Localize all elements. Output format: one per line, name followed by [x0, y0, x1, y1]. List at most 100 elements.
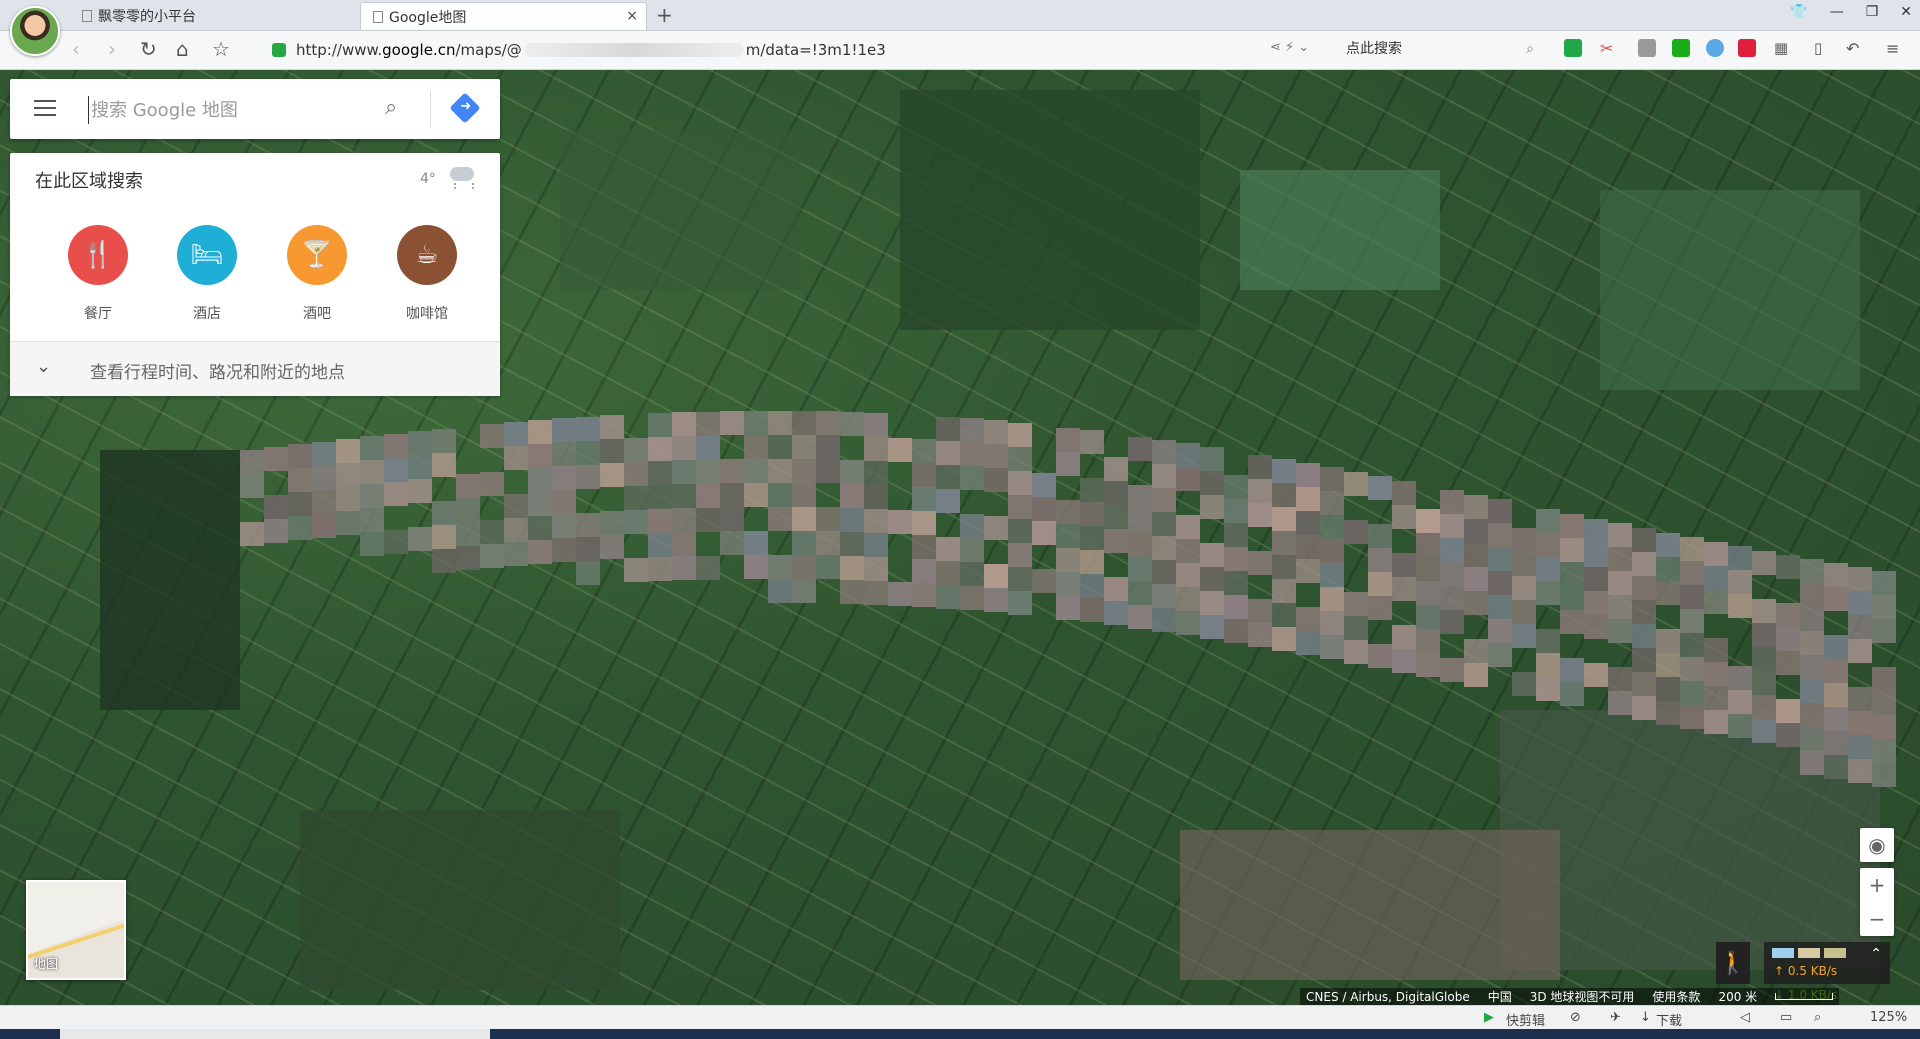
expander-text: 查看行程时间、路况和附近的地点 [90, 363, 345, 383]
tab-platform[interactable]: 飘零零的小平台 [70, 2, 360, 30]
layer-thumbnails[interactable]: ⌃ ↑ 0.5 KB/s [1764, 942, 1890, 984]
location-target-icon: ◉ [1868, 833, 1886, 857]
pin-icon[interactable]: ✈ [1610, 1010, 1621, 1025]
undo-icon[interactable]: ↶ [1846, 39, 1864, 58]
terms-link[interactable]: 使用条款 [1652, 988, 1700, 1005]
new-tab-button[interactable]: + [656, 3, 673, 27]
message-extension-icon[interactable] [1706, 39, 1724, 57]
hotel-icon: 🛏 [177, 225, 237, 285]
url-suffix: m/data=!3m1!1e3 [745, 41, 886, 59]
imagery-credit: CNES / Airbus, DigitalGlobe [1306, 989, 1470, 1004]
scale-bar [1775, 993, 1834, 1000]
category-label: 酒店 [193, 306, 221, 322]
restaurant-icon: 🍴 [68, 225, 128, 285]
window-controls: 👕 — ❐ ✕ [1790, 4, 1912, 20]
redacted-coordinates [523, 43, 744, 57]
download-label[interactable]: 下载 [1656, 1010, 1682, 1029]
video-clip-icon[interactable]: ▶ [1484, 1010, 1494, 1025]
download-extension-icon[interactable] [1638, 39, 1656, 57]
screen-icon[interactable]: ▭ [1780, 1010, 1792, 1025]
layer-swatch[interactable] [1798, 948, 1820, 958]
browser-search-placeholder: 点此搜索 [1346, 41, 1402, 57]
scissors-icon[interactable]: ✂ [1600, 39, 1618, 58]
layer-swatch[interactable] [1824, 948, 1846, 958]
close-window-icon[interactable]: ✕ [1900, 4, 1912, 20]
speaker-icon[interactable]: ◁ [1740, 1010, 1750, 1025]
category-hotel[interactable]: 🛏 酒店 [162, 225, 252, 323]
category-label: 咖啡馆 [406, 306, 448, 322]
layer-swatch[interactable] [1772, 948, 1794, 958]
category-restaurant[interactable]: 🍴 餐厅 [53, 225, 143, 323]
red-extension-icon[interactable] [1738, 39, 1756, 57]
tablet-icon[interactable]: ▯ [1814, 39, 1832, 57]
zoom-level[interactable]: 125% [1870, 1010, 1907, 1025]
map-attribution: CNES / Airbus, DigitalGlobe 中国 3D 地球视图不可… [1300, 988, 1840, 1005]
address-bar[interactable]: http://www.google.cn/maps/@ m/data=!3m1!1… [272, 38, 1272, 62]
travel-times-expander[interactable]: ⌄ 查看行程时间、路况和附近的地点 [10, 341, 500, 396]
area-title: 在此区域搜索 [35, 171, 143, 192]
chevron-down-icon: ⌄ [36, 356, 52, 377]
shirt-icon[interactable]: 👕 [1790, 4, 1807, 20]
scale-label[interactable]: 200 米 [1718, 988, 1757, 1005]
back-icon[interactable]: ‹ [72, 39, 80, 59]
search-icon[interactable]: ⌕ [1526, 36, 1534, 62]
explore-area-card: 在此区域搜索 4° 🍴 餐厅 🛏 酒店 🍸 酒吧 ☕ 咖啡馆 ⌄ 查看行程时间、… [10, 153, 500, 396]
minimize-icon[interactable]: — [1830, 4, 1844, 20]
download-arrow-icon[interactable]: ↓ [1640, 1010, 1651, 1025]
page-icon [373, 10, 383, 23]
wechat-icon[interactable] [1672, 39, 1690, 57]
tab-title: Google地图 [389, 9, 467, 26]
user-avatar[interactable] [10, 6, 60, 56]
share-icon[interactable]: ⋖ ⚡ ⌄ [1270, 40, 1309, 55]
menu-icon[interactable]: ≡ [1886, 39, 1904, 58]
shield-extension-icon[interactable] [1564, 39, 1582, 57]
os-taskbar [0, 1029, 1920, 1039]
category-cafe[interactable]: ☕ 咖啡馆 [382, 225, 472, 323]
maps-search-input[interactable] [88, 96, 383, 124]
browser-status-bar: ▶ 快剪辑 ⊘ ✈ ↓ 下载 ◁ ▭ ⌕ 125% [0, 1005, 1920, 1030]
url-prefix: http://www. [296, 41, 383, 59]
speed-icon[interactable]: ⊘ [1570, 1010, 1581, 1025]
url-path: /maps/@ [455, 41, 522, 59]
cafe-icon: ☕ [397, 225, 457, 285]
map-type-toggle[interactable]: 地图 [26, 880, 126, 980]
snip-label[interactable]: 快剪辑 [1506, 1010, 1545, 1029]
map-type-label: 地图 [34, 957, 59, 971]
browser-search-box[interactable]: 点此搜索 ⌕ [1346, 36, 1538, 62]
maps-search-card: ⌕ ➜ [10, 79, 500, 139]
pegman-icon[interactable]: 🚶 [1716, 942, 1750, 984]
apps-grid-icon[interactable]: ▦ [1774, 39, 1792, 57]
reload-icon[interactable]: ↻ [140, 39, 157, 59]
temperature: 4° [420, 171, 436, 187]
tab-google-maps[interactable]: Google地图 × [360, 2, 647, 30]
region-label[interactable]: 中国 [1488, 988, 1512, 1005]
category-label: 餐厅 [84, 306, 112, 322]
zoom-out-button[interactable]: − [1860, 902, 1894, 936]
close-tab-icon[interactable]: × [626, 8, 638, 24]
divider [430, 91, 431, 127]
bookmark-star-icon[interactable]: ☆ [212, 39, 230, 59]
category-bar[interactable]: 🍸 酒吧 [272, 225, 362, 323]
forward-icon[interactable]: › [108, 39, 116, 59]
restore-icon[interactable]: ❐ [1866, 4, 1879, 20]
zoom-in-button[interactable]: + [1860, 868, 1894, 902]
zoom-icon[interactable]: ⌕ [1814, 1010, 1821, 1025]
search-icon[interactable]: ⌕ [385, 95, 397, 120]
earth-view-status: 3D 地球视图不可用 [1529, 990, 1635, 1004]
tab-bar: 飘零零的小平台 Google地图 × + 👕 — ❐ ✕ [0, 0, 1920, 56]
rain-cloud-icon [450, 167, 474, 189]
category-label: 酒吧 [303, 306, 331, 322]
secure-shield-icon [272, 43, 286, 57]
zoom-controls: + − [1860, 868, 1894, 936]
taskbar-active-app[interactable] [60, 1029, 490, 1039]
bar-icon: 🍸 [287, 225, 347, 285]
home-icon[interactable]: ⌂ [176, 39, 189, 59]
hamburger-menu-icon[interactable] [34, 100, 56, 116]
collapse-icon[interactable]: ⌃ [1870, 946, 1882, 962]
directions-icon[interactable]: ➜ [449, 92, 481, 124]
my-location-button[interactable]: ◉ [1860, 828, 1894, 862]
upload-speed: ↑ 0.5 KB/s [1774, 964, 1838, 978]
url-host: google.cn [382, 41, 456, 59]
tab-title: 飘零零的小平台 [98, 9, 196, 25]
page-icon [82, 10, 92, 22]
